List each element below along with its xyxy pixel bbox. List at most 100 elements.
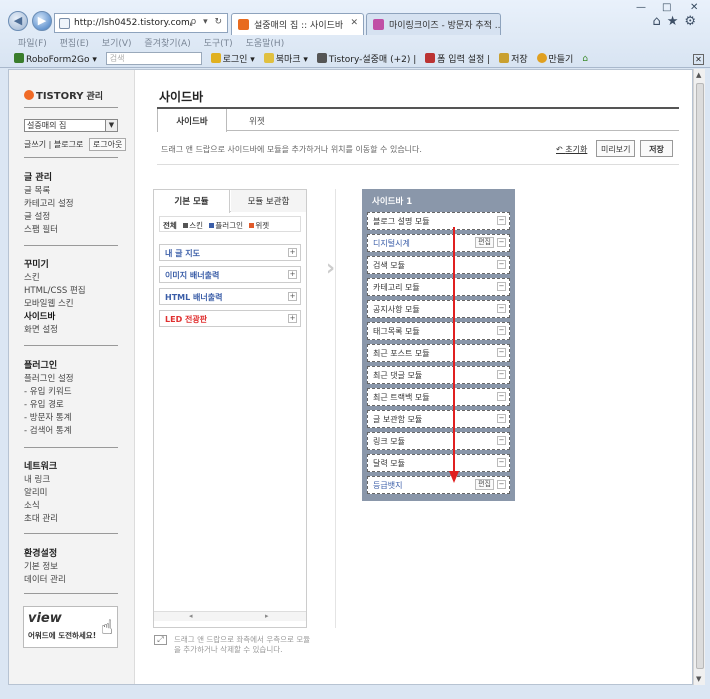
forward-button[interactable]: ▶ [32,11,52,31]
edit-button[interactable]: 편집 [475,237,494,248]
nav-item-sidebar[interactable]: 사이드바 [24,311,86,324]
sidebar-module-item[interactable]: 달력 모듈 − [367,454,510,472]
sidebar-module-item[interactable]: 글 보관함 모듈 − [367,410,510,428]
module-item[interactable]: LED 전광판 + [159,310,301,327]
nav-item-inflow-keyword[interactable]: - 유입 키워드 [24,386,74,399]
sidebar-module-item[interactable]: 태그목록 모듈 − [367,322,510,340]
tab-basic-modules[interactable]: 기본 모듈 [154,190,230,213]
bookmark-button[interactable]: 북마크 ▾ [263,52,308,65]
create-button[interactable]: 만들기 [536,52,573,65]
nav-item-visitor-stats[interactable]: - 방문자 통계 [24,412,74,425]
scroll-left-icon[interactable]: ◂ [189,612,193,620]
filter-widget[interactable]: 위젯 [255,221,269,230]
nav-item-basic-info[interactable]: 기본 정보 [24,561,66,574]
login-button[interactable]: 로그인 ▾ [210,52,255,65]
nav-item-news[interactable]: 소식 [24,500,58,513]
remove-icon[interactable]: − [497,216,506,225]
nav-item-notifier[interactable]: 알리미 [24,487,58,500]
tistory-button[interactable]: Tistory-설중매 (+2) | [316,52,416,65]
sidebar-module-item[interactable]: 최근 트랙백 모듈 − [367,388,510,406]
scroll-down-icon[interactable]: ▼ [696,675,701,683]
roboform-button[interactable]: RoboForm2Go ▾ [14,52,97,65]
sidebar-module-item[interactable]: 최근 댓글 모듈 − [367,366,510,384]
nav-item-post-settings[interactable]: 글 설정 [24,211,74,224]
filter-skin[interactable]: 스킨 [189,221,203,230]
blog-select[interactable]: 설중매의 집 ▼ [24,119,118,132]
view-award-banner[interactable]: view 어워드에 도전하세요! ☝ [23,606,118,648]
scrollbar-thumb[interactable] [696,83,704,669]
address-bar[interactable]: http://lsh0452.tistory.com/admin/ ρ ▾ ↻ [54,13,228,33]
tab-sidebar[interactable]: 사이드바 [157,109,227,132]
write-link[interactable]: 글쓰기 [24,140,46,149]
sidebar-module-item[interactable]: 링크 모듈 − [367,432,510,450]
remove-icon[interactable]: − [497,436,506,445]
nav-item-plugin-settings[interactable]: 플러그인 설정 [24,373,74,386]
window-close-icon[interactable]: ✕ [690,2,698,13]
menu-file[interactable]: 파일(F) [18,39,47,49]
module-hscrollbar[interactable]: ◂ ▸ [154,611,306,621]
sidebar-module-item[interactable]: 디지털시계 편집 − [367,234,510,252]
module-item[interactable]: HTML 배너출력 + [159,288,301,305]
address-tools[interactable]: ρ ▾ ↻ [191,17,225,27]
sidebar-module-item[interactable]: 검색 모듈 − [367,256,510,274]
favbar-close-icon[interactable]: ✕ [693,54,704,65]
remove-icon[interactable]: − [497,414,506,423]
add-icon[interactable]: + [288,292,297,301]
tab-widget[interactable]: 위젯 [242,109,272,131]
nav-item-post-list[interactable]: 글 목록 [24,185,74,198]
add-icon[interactable]: + [288,248,297,257]
nav-item-html-css[interactable]: HTML/CSS 편집 [24,285,86,298]
filter-plugin[interactable]: 플러그인 [215,221,243,230]
nav-item-my-links[interactable]: 내 링크 [24,474,58,487]
save-button[interactable]: 저장 [640,140,673,157]
sidebar-module-item[interactable]: 공지사항 모듈 − [367,300,510,318]
add-icon[interactable]: + [288,314,297,323]
browser-tab[interactable]: 마이링크이즈 - 방문자 추적 ... [366,13,501,35]
address-url[interactable]: http://lsh0452.tistory.com/admin/ [74,18,191,28]
menu-help[interactable]: 도움말(H) [246,39,285,49]
menu-favorites[interactable]: 즐겨찾기(A) [144,39,190,49]
favbar-search-input[interactable]: 검색 [105,52,202,65]
tab-close-icon[interactable]: ✕ [350,18,358,28]
module-item[interactable]: 내 글 지도 + [159,244,301,261]
logout-button[interactable]: 로그아웃 [88,138,127,151]
menu-tools[interactable]: 도구(T) [204,39,233,49]
preview-button[interactable]: 미리보기 [596,140,636,157]
home-fav-icon[interactable]: ⌂ [582,54,588,64]
remove-icon[interactable]: − [497,238,506,247]
scroll-right-icon[interactable]: ▸ [265,612,269,620]
page-scrollbar[interactable]: ▲ ▼ [693,69,705,685]
sidebar-module-item[interactable]: 카테고리 모듈 − [367,278,510,296]
add-icon[interactable]: + [288,270,297,279]
home-favorites-tools-icon[interactable]: ⌂★⚙ [652,14,702,29]
save-fav-button[interactable]: 저장 [499,52,528,65]
nav-item-invites[interactable]: 초대 관리 [24,513,58,526]
remove-icon[interactable]: − [497,282,506,291]
remove-icon[interactable]: − [497,392,506,401]
nav-item-category[interactable]: 카테고리 설정 [24,198,74,211]
chevron-down-icon[interactable]: ▼ [105,120,117,131]
sidebar-module-item[interactable]: 블로그 설명 모듈 − [367,212,510,230]
sidebar-module-item[interactable]: 최근 포스트 모듈 − [367,344,510,362]
nav-item-data-management[interactable]: 데이터 관리 [24,574,66,587]
nav-item-skin[interactable]: 스킨 [24,272,86,285]
nav-item-inflow-path[interactable]: - 유입 경로 [24,399,74,412]
nav-item-mobile-skin[interactable]: 모바일웹 스킨 [24,298,86,311]
back-button[interactable]: ◀ [8,11,28,31]
nav-item-screen-settings[interactable]: 화면 설정 [24,324,86,337]
remove-icon[interactable]: − [497,260,506,269]
tab-module-storage[interactable]: 모듈 보관함 [231,190,306,212]
menu-view[interactable]: 보기(V) [102,39,132,49]
nav-item-search-stats[interactable]: - 검색어 통계 [24,425,74,438]
scroll-up-icon[interactable]: ▲ [696,71,701,79]
reset-button[interactable]: ↶ 초기화 [556,144,587,155]
tistory-logo[interactable]: TISTORY 관리 [24,89,103,102]
browser-tab-active[interactable]: 설중매의 집 :: 사이드바 ✕ [231,13,364,35]
remove-icon[interactable]: − [497,458,506,467]
module-item[interactable]: 이미지 배너출력 + [159,266,301,283]
remove-icon[interactable]: − [497,370,506,379]
minimize-icon[interactable]: — [636,2,646,13]
filter-all[interactable]: 전체 [163,221,177,230]
nav-item-spam-filter[interactable]: 스팸 필터 [24,224,74,237]
form-settings-button[interactable]: 폼 입력 설정 | [425,52,490,65]
